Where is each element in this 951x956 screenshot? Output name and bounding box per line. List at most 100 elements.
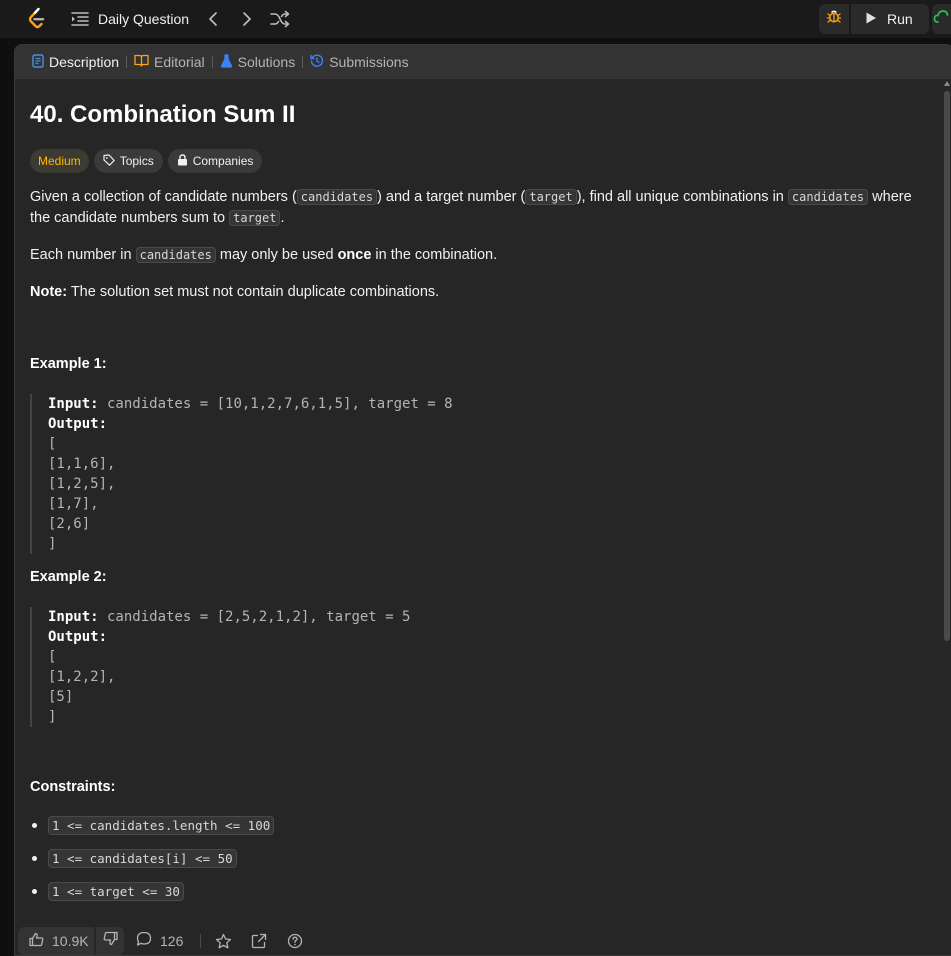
text: ) and a target number ( (377, 189, 526, 205)
tab-divider (211, 56, 213, 68)
chevron-left-icon[interactable] (204, 9, 222, 29)
text: may only be used (215, 247, 338, 263)
comment-icon (136, 931, 152, 950)
constraint-code: 1 <= target <= 30 (48, 882, 184, 901)
comments-button[interactable]: 126 (136, 931, 183, 950)
text: in the combination. (371, 247, 498, 263)
vertical-scrollbar[interactable] (944, 81, 950, 953)
note-paragraph: Note: The solution set must not contain … (30, 282, 930, 303)
favorite-star-icon[interactable] (214, 932, 232, 950)
output-line: [1,2,5], (48, 476, 116, 492)
inline-code: candidates (787, 189, 869, 205)
example-input-line: Input: candidates = [10,1,2,7,6,1,5], ta… (48, 394, 453, 414)
run-label: Run (887, 11, 913, 27)
output-line: ] (48, 709, 57, 725)
tab-divider (302, 56, 304, 68)
like-button[interactable]: 10.9K (18, 927, 94, 955)
problem-tags: Medium Topics Companies (30, 149, 263, 173)
input-label: Input: (48, 396, 99, 412)
tag-icon (103, 153, 115, 169)
inline-code: candidates (296, 189, 378, 205)
scrollbar-thumb[interactable] (944, 91, 950, 641)
input-label: Input: (48, 609, 99, 625)
like-count: 10.9K (52, 933, 89, 949)
bullet (32, 823, 37, 828)
constraint-item: 1 <= candidates.length <= 100 (30, 816, 275, 835)
example-1-title: Example 1: (30, 356, 107, 372)
input-value: candidates = [2,5,2,1,2], target = 5 (98, 609, 411, 625)
output-line: [ (48, 649, 57, 665)
tab-editorial[interactable]: Editorial (129, 45, 210, 79)
difficulty-badge: Medium (30, 149, 89, 173)
top-bar: Daily Question Run (0, 0, 951, 38)
tab-submissions[interactable]: Submissions (305, 45, 413, 79)
output-line: [ (48, 436, 57, 452)
shuffle-icon[interactable] (270, 9, 290, 29)
example-input-line: Input: candidates = [2,5,2,1,2], target … (48, 607, 410, 627)
book-icon (134, 54, 149, 70)
tab-submissions-label: Submissions (329, 54, 409, 70)
inline-code: target (229, 210, 281, 226)
problem-list-icon[interactable] (70, 10, 90, 28)
description-paragraph-2: Each number in candidates may only be us… (30, 245, 930, 266)
topics-label: Topics (119, 154, 154, 168)
leetcode-logo-icon[interactable] (26, 7, 48, 31)
inline-code: candidates (135, 247, 216, 263)
tab-solutions-label: Solutions (237, 54, 296, 70)
tab-description-label: Description (49, 54, 120, 70)
share-icon[interactable] (250, 932, 268, 950)
note-text: The solution set must not contain duplic… (67, 284, 440, 300)
constraint-code: 1 <= candidates[i] <= 50 (48, 849, 237, 868)
panel-tabs: Description Editorial Solutions Submissi… (15, 45, 951, 79)
companies-button[interactable]: Companies (167, 149, 263, 173)
constraint-code: 1 <= candidates.length <= 100 (48, 816, 275, 835)
submit-button[interactable] (932, 4, 951, 34)
output-label: Output: (48, 416, 108, 432)
description-panel: Description Editorial Solutions Submissi… (14, 44, 951, 956)
output-line: [5] (48, 689, 74, 705)
inline-code: target (525, 189, 577, 205)
example-1-block: Input: candidates = [10,1,2,7,6,1,5], ta… (30, 394, 453, 554)
cloud-upload-icon (933, 9, 951, 30)
text: Each number in (30, 247, 136, 263)
run-button[interactable]: Run (851, 4, 929, 34)
play-icon (865, 11, 877, 28)
output-line: [1,2,2], (48, 669, 116, 685)
debug-button[interactable] (819, 4, 849, 34)
constraints-title: Constraints: (30, 779, 116, 795)
description-paragraph-1: Given a collection of candidate numbers … (30, 187, 930, 229)
output-line: ] (48, 536, 57, 552)
difficulty-label: Medium (38, 154, 81, 168)
scroll-up-arrow[interactable] (944, 81, 950, 86)
help-icon[interactable] (286, 932, 304, 950)
tab-divider (126, 56, 128, 68)
companies-label: Companies (192, 154, 254, 168)
input-value: candidates = [10,1,2,7,6,1,5], target = … (98, 396, 453, 412)
tab-solutions[interactable]: Solutions (215, 45, 301, 79)
tab-description[interactable]: Description (27, 45, 124, 79)
text: Given a collection of candidate numbers … (30, 189, 297, 205)
bottom-action-bar: 10.9K 126 (15, 923, 951, 955)
example-2-title: Example 2: (30, 569, 107, 585)
text: ), find all unique combinations in (576, 189, 788, 205)
dislike-button[interactable] (96, 927, 124, 955)
constraint-item: 1 <= target <= 30 (30, 882, 184, 901)
output-line: [1,7], (48, 496, 99, 512)
divider (200, 934, 201, 948)
bullet (32, 889, 37, 894)
bullet (32, 856, 37, 861)
note-label: Note: (30, 284, 68, 300)
emphasis-text: once (337, 247, 372, 263)
thumbs-up-icon (29, 932, 44, 950)
comment-count: 126 (160, 932, 184, 949)
output-label: Output: (48, 629, 108, 645)
chevron-right-icon[interactable] (238, 9, 256, 29)
example-2-block: Input: candidates = [2,5,2,1,2], target … (30, 607, 410, 727)
daily-question-label[interactable]: Daily Question (98, 11, 189, 27)
flask-icon (220, 53, 233, 71)
tab-editorial-label: Editorial (154, 54, 205, 70)
topics-button[interactable]: Topics (93, 149, 163, 173)
output-line: [1,1,6], (48, 456, 116, 472)
problem-title[interactable]: 40. Combination Sum II (30, 101, 295, 129)
history-icon (310, 54, 324, 71)
